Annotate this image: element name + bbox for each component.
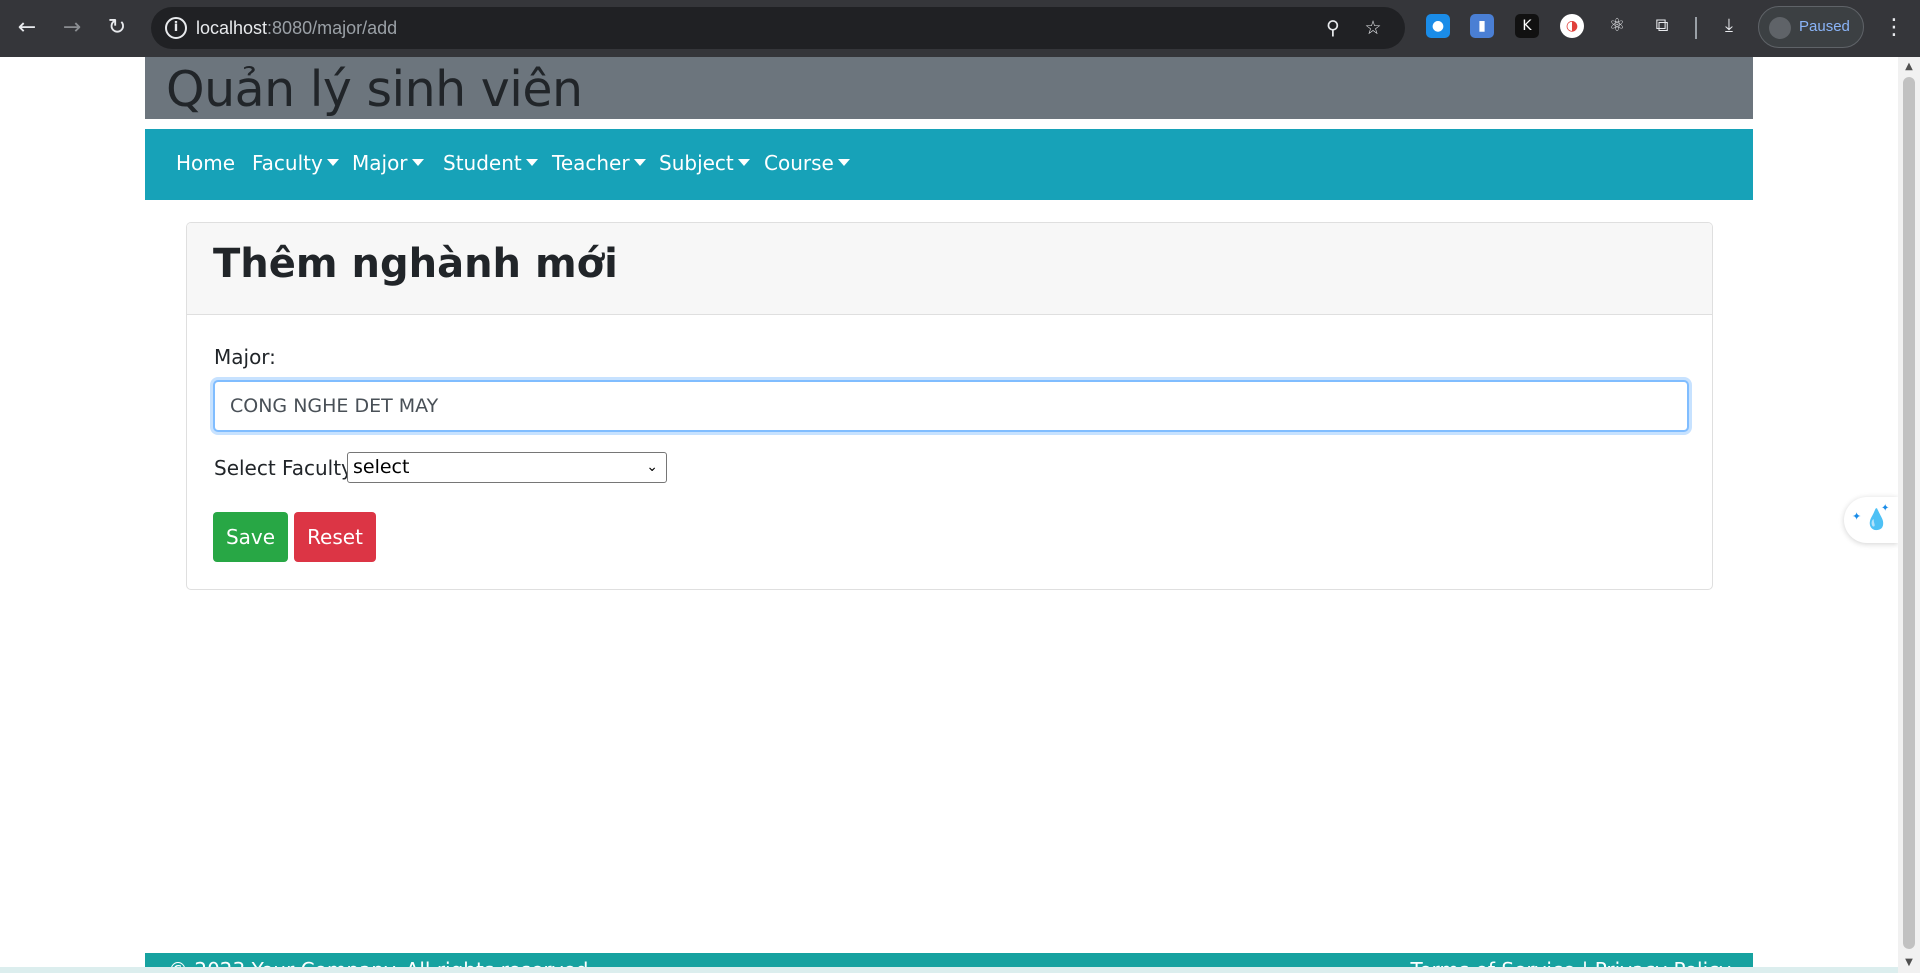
profile-button[interactable]: Paused — [1758, 6, 1864, 48]
nav-teacher-dropdown[interactable]: Teacher — [552, 151, 646, 175]
scrollbar-thumb[interactable] — [1903, 77, 1915, 949]
floating-assistant-button[interactable]: ✦ 💧 ✦ — [1844, 497, 1898, 543]
address-bar[interactable]: i localhost:8080/major/add ⚲ ☆ — [151, 7, 1405, 49]
chevron-down-icon: ⌄ — [646, 459, 658, 475]
site-title: Quản lý sinh viên — [166, 61, 583, 118]
bookmark-star-icon[interactable]: ☆ — [1361, 16, 1385, 40]
scroll-down-arrow-icon[interactable]: ▼ — [1903, 957, 1915, 969]
site-info-icon[interactable]: i — [165, 17, 187, 39]
caret-down-icon — [837, 159, 850, 166]
download-icon[interactable]: ⤓ — [1717, 14, 1741, 38]
browser-toolbar: ← → ↻ i localhost:8080/major/add ⚲ ☆ ● ▮… — [0, 0, 1920, 57]
faculty-select[interactable]: select ⌄ — [347, 452, 667, 483]
major-label: Major: — [214, 345, 276, 369]
site-header: Quản lý sinh viên — [145, 57, 1753, 119]
profile-status-label: Paused — [1799, 18, 1850, 35]
caret-down-icon — [737, 159, 750, 166]
zoom-icon[interactable]: ⚲ — [1321, 16, 1345, 40]
forward-icon[interactable]: → — [56, 12, 88, 44]
extension-react-icon[interactable]: ⚛ — [1605, 14, 1629, 38]
caret-down-icon — [525, 159, 538, 166]
sparkle-icon: ✦ — [1881, 503, 1890, 514]
extension-drop-icon[interactable]: ● — [1426, 14, 1450, 38]
extension-kt-icon[interactable]: K — [1515, 14, 1539, 38]
nav-subject-dropdown[interactable]: Subject — [659, 151, 750, 175]
nav-major-dropdown[interactable]: Major — [352, 151, 424, 175]
save-button[interactable]: Save — [213, 512, 288, 562]
extension-doc-icon[interactable]: ▮ — [1470, 14, 1494, 38]
nav-faculty-dropdown[interactable]: Faculty — [252, 151, 339, 175]
faculty-select-value: select — [353, 456, 410, 478]
toolbar-separator — [1695, 17, 1697, 39]
faculty-label: Select Faculty: — [214, 456, 359, 480]
card-header: Thêm nghành mới — [187, 223, 1712, 315]
major-input[interactable] — [213, 380, 1689, 432]
reset-button[interactable]: Reset — [294, 512, 376, 562]
add-major-card: Thêm nghành mới Major: Select Faculty: s… — [186, 222, 1713, 590]
browser-menu-icon[interactable]: ⋮ — [1878, 12, 1910, 44]
address-url[interactable]: localhost:8080/major/add — [196, 18, 397, 39]
bottom-strip — [0, 967, 1898, 973]
sparkle-icon: ✦ — [1852, 510, 1862, 523]
reload-icon[interactable]: ↻ — [101, 12, 133, 44]
extension-color-icon[interactable]: ◑ — [1560, 14, 1584, 38]
nav-student-dropdown[interactable]: Student — [443, 151, 538, 175]
extensions-puzzle-icon[interactable]: ⧉ — [1650, 14, 1674, 38]
page-title: Thêm nghành mới — [213, 241, 618, 287]
caret-down-icon — [326, 159, 339, 166]
scroll-up-arrow-icon[interactable]: ▲ — [1903, 61, 1915, 73]
vertical-scrollbar[interactable]: ▲ ▼ — [1898, 57, 1920, 973]
page-viewport: Quản lý sinh viên Home Faculty Major Stu… — [0, 57, 1898, 973]
nav-home[interactable]: Home — [176, 151, 235, 175]
caret-down-icon — [633, 159, 646, 166]
nav-course-dropdown[interactable]: Course — [764, 151, 850, 175]
profile-avatar — [1769, 17, 1791, 39]
back-icon[interactable]: ← — [11, 12, 43, 44]
caret-down-icon — [411, 159, 424, 166]
main-navbar: Home Faculty Major Student Teacher Subje… — [145, 129, 1753, 200]
